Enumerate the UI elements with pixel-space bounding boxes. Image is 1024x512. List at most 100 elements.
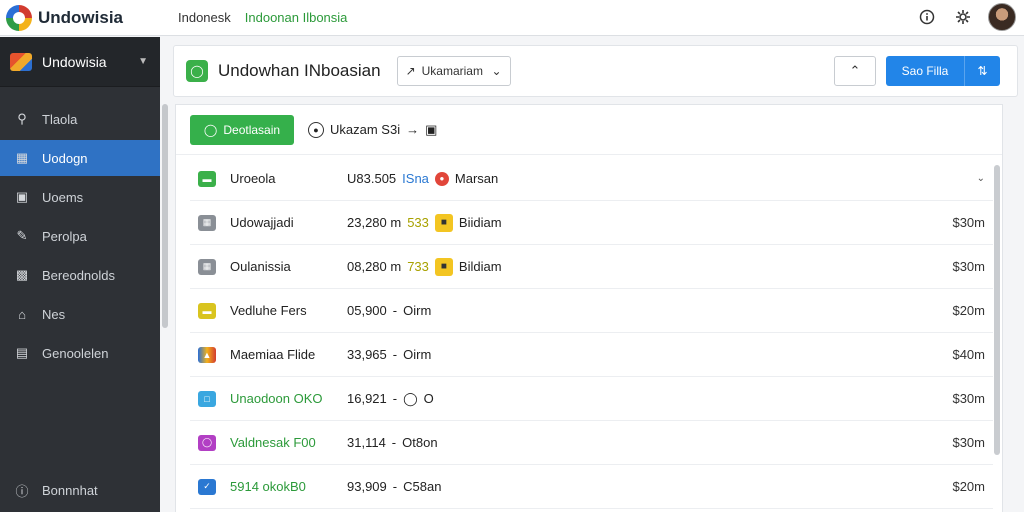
separator: - xyxy=(392,391,398,406)
settings-gear-icon[interactable] xyxy=(952,6,974,28)
sidebar-item-nes[interactable]: ⌂ Nes xyxy=(0,296,160,332)
save-file-label: Sao Filla xyxy=(901,64,949,78)
item-meta-2: 533 xyxy=(407,215,429,230)
clock-icon: ● xyxy=(308,121,324,138)
square-icon: □ xyxy=(198,390,216,407)
item-meta-3: Marsan xyxy=(454,171,499,186)
separator: - xyxy=(392,303,398,318)
item-meta-3: Ot8on xyxy=(402,435,438,450)
plus-icon: ◯ xyxy=(203,122,218,137)
separator: - xyxy=(392,347,398,362)
add-button-label: Deotlasain xyxy=(223,122,281,137)
item-meta: 05,900 - Oirm xyxy=(347,303,431,318)
folder-icon: ▩ xyxy=(15,267,29,282)
breadcrumb-item[interactable]: Indonesk xyxy=(178,10,231,25)
avatar[interactable] xyxy=(988,3,1016,31)
sidebar-item-label: Perolpa xyxy=(42,228,87,244)
filter-toggle[interactable]: ● Ukazam S3i → ▣ xyxy=(308,121,437,138)
chevron-down-icon[interactable]: ⌄ xyxy=(977,173,985,184)
item-meta-1: 93,909 xyxy=(347,479,387,494)
sidebar-header[interactable]: Undowisia ▼ xyxy=(0,37,160,87)
item-meta: U83.505 ISna ● Marsan xyxy=(347,171,498,186)
item-name: Unaodoon OKO xyxy=(230,391,323,406)
item-name: Valdnesak F00 xyxy=(230,435,316,450)
sidebar-item-label: Uoems xyxy=(42,189,84,205)
item-meta-3: Oirm xyxy=(403,347,432,362)
item-value: $30m xyxy=(952,435,985,450)
save-file-button[interactable]: Sao Filla ⇅ xyxy=(886,56,1000,86)
home-icon: ⌂ xyxy=(18,306,26,322)
item-meta-1: 05,900 xyxy=(347,303,387,318)
sidebar-item-label: Genoolelen xyxy=(42,345,109,361)
sidebar-item-perolpa[interactable]: ✎ Perolpa xyxy=(0,218,160,254)
list-item[interactable]: ◯ Valdnesak F00 31,114 - Ot8on $30m xyxy=(190,421,993,465)
sidebar-item-uodogn[interactable]: ▦ Uodogn xyxy=(0,140,160,176)
sidebar-item-uoems[interactable]: ▣ Uoems xyxy=(0,179,160,215)
item-meta-3: Bildiam xyxy=(458,259,502,274)
share-button[interactable]: ⌃ xyxy=(834,56,876,86)
chart-icon: ▲ xyxy=(198,346,216,363)
item-value: $30m xyxy=(952,391,985,406)
separator: - xyxy=(391,435,397,450)
ticket-icon: ▬ xyxy=(198,302,216,319)
page-header-icon: ◯ xyxy=(186,60,208,82)
breadcrumb-item-current[interactable]: Indoonan Ilbonsia xyxy=(245,10,348,25)
pen-icon: ✎ xyxy=(16,228,28,243)
item-meta: 23,280 m 533 ■ Biidiam xyxy=(347,213,502,232)
status-dot-icon: ● xyxy=(434,171,449,186)
item-meta: 08,280 m 733 ■ Bildiam xyxy=(347,257,502,276)
content-scrollbar[interactable] xyxy=(994,165,1000,455)
grid-icon: ▦ xyxy=(15,150,29,165)
filter-label: Ukazam S3i xyxy=(330,122,401,137)
separator: - xyxy=(392,479,398,494)
building-icon: ▦ xyxy=(198,258,216,275)
brand[interactable]: Undowisia xyxy=(0,0,160,36)
item-name: Udowajjadi xyxy=(230,215,294,230)
badge-icon: ■ xyxy=(434,257,453,276)
item-meta-1: 08,280 m xyxy=(347,259,402,274)
list-item[interactable]: ▲ Maemiaa Flide 33,965 - Oirm $40m xyxy=(190,333,993,377)
list-item[interactable]: □ Unaodoon OKO 16,921 - ◯ O $30m xyxy=(190,377,993,421)
info-icon[interactable] xyxy=(916,6,938,28)
item-meta-3: Oirm xyxy=(403,303,432,318)
item-meta-1: 33,965 xyxy=(347,347,387,362)
item-name: 5914 okokB0 xyxy=(230,479,306,494)
item-name: Vedluhe Fers xyxy=(230,303,307,318)
sidebar-item-tlaola[interactable]: ⚲ Tlaola xyxy=(0,101,160,137)
sidebar-item-label: Bereodnolds xyxy=(42,267,115,283)
list-item[interactable]: ✓ 5914 okokB0 93,909 - C58an $20m xyxy=(190,465,993,509)
add-button[interactable]: ◯ Deotlasain xyxy=(190,114,294,145)
sidebar-item-bonnnhat[interactable]: ⓘ Bonnnhat xyxy=(0,472,160,508)
app-name: Undowisia xyxy=(38,7,124,27)
item-value: $20m xyxy=(952,303,985,318)
list-item[interactable]: ▬ Uroeola U83.505 ISna ● Marsan ⌄ xyxy=(190,157,993,201)
list-item[interactable]: ▦ Oulanissia 08,280 m 733 ■ Bildiam $30m xyxy=(190,245,993,289)
list-item[interactable]: ▬ Vedluhe Fers 05,900 - Oirm $20m xyxy=(190,289,993,333)
item-value: $40m xyxy=(952,347,985,362)
check-icon: ✓ xyxy=(198,478,216,495)
item-meta-1: 16,921 xyxy=(347,391,387,406)
sidebar-item-bereodnolds[interactable]: ▩ Bereodnolds xyxy=(0,257,160,293)
sidebar-scrollbar[interactable] xyxy=(161,104,169,340)
image-icon: ▣ xyxy=(15,189,29,204)
sidebar-title: Undowisia xyxy=(42,53,107,70)
sidebar-item-genoolelen[interactable]: ▤ Genoolelen xyxy=(0,335,160,371)
item-meta-2: ISna xyxy=(402,171,429,186)
sidebar-item-label: Uodogn xyxy=(42,150,88,166)
list-item[interactable]: ▦ Udowajjadi 23,280 m 533 ■ Biidiam $30m xyxy=(190,201,993,245)
top-icons xyxy=(916,3,1016,31)
content-panel: ◯ Deotlasain ● Ukazam S3i → ▣ ▬ Uroeola … xyxy=(175,104,1003,512)
filter-select[interactable]: ↗ Ukamariam ⌄ xyxy=(396,56,511,86)
document-icon: ▤ xyxy=(15,345,29,360)
page-header: ◯ Undowhan INboasian ↗ Ukamariam ⌄ ⌃ Sao… xyxy=(173,45,1018,97)
item-meta: 33,965 - Oirm xyxy=(347,347,431,362)
item-name: Maemiaa Flide xyxy=(230,347,316,362)
item-meta-2: 733 xyxy=(407,259,429,274)
dropdown-arrow-icon[interactable]: ⇅ xyxy=(964,56,1000,86)
scrollbar-thumb[interactable] xyxy=(162,104,168,328)
item-meta-3: C58an xyxy=(403,479,442,494)
item-value: $30m xyxy=(952,215,985,230)
item-meta-1: 23,280 m xyxy=(347,215,402,230)
breadcrumb: Indonesk Indoonan Ilbonsia xyxy=(178,10,347,25)
item-meta: 93,909 - C58an xyxy=(347,479,441,494)
